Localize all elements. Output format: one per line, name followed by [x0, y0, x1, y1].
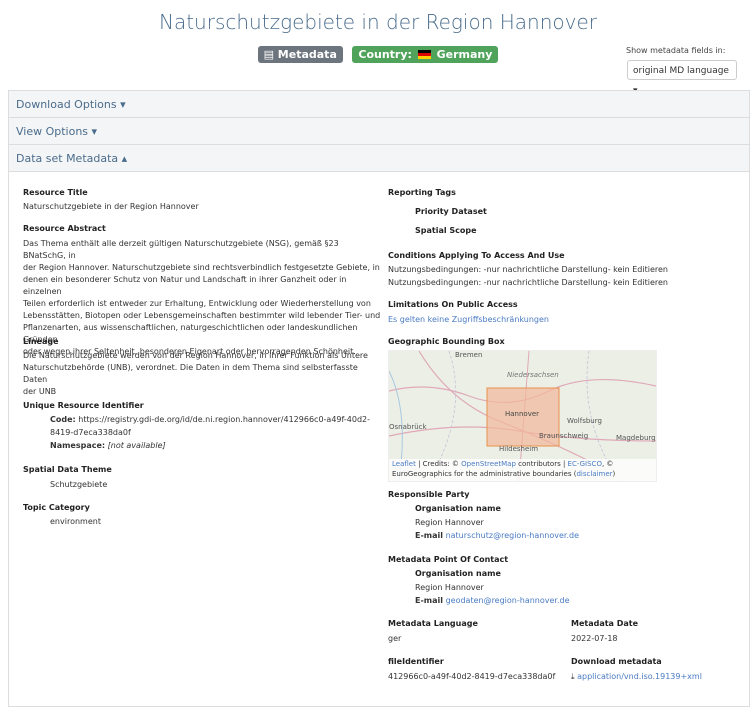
conditions-label: Conditions Applying To Access And Use	[388, 251, 565, 260]
md-language-select[interactable]: original MD language ▾	[627, 60, 737, 96]
page-title: Naturschutzgebiete in der Region Hannove…	[159, 10, 597, 34]
uri-namespace: Namespace: [not available]	[50, 441, 166, 450]
org-name-value: Region Hannover	[415, 518, 484, 527]
dataset-metadata-toggle[interactable]: Data set Metadata ▴	[9, 145, 749, 172]
download-icon: ⤓	[571, 672, 575, 681]
md-date-label: Metadata Date	[571, 619, 639, 628]
party-email-link[interactable]: naturschutz@region-hannover.de	[446, 531, 579, 540]
map-label-wolfsburg: Wolfsburg	[567, 417, 602, 425]
gisco-link[interactable]: EC-GISCO	[568, 460, 602, 468]
view-options-toggle[interactable]: View Options ▾	[9, 118, 749, 145]
map-label-magdeburg: Magdeburg	[616, 434, 656, 442]
map-label-bremen: Bremen	[455, 351, 483, 359]
metadata-badge: ▤ Metadata	[257, 46, 343, 63]
responsible-party-label: Responsible Party	[388, 490, 470, 499]
bbox-label: Geographic Bounding Box	[388, 337, 505, 346]
germany-flag-icon	[417, 50, 431, 59]
topic-label: Topic Category	[23, 503, 90, 512]
disclaimer-link[interactable]: disclaimer	[576, 470, 612, 478]
topic-value: environment	[50, 517, 101, 526]
lineage-text: Die Naturschutzgebiete werden von der Re…	[23, 351, 368, 396]
map-label-hannover: Hannover	[505, 410, 540, 418]
download-metadata: ⤓ application/vnd.iso.19139+xml	[571, 671, 702, 683]
map-label-osnabrueck: Osnabrück	[389, 423, 427, 431]
poc-email: E-mail geodaten@region-hannover.de	[415, 596, 570, 605]
poc-label: Metadata Point Of Contact	[388, 555, 509, 564]
uri-code-cont: 8419-d7eca338da0f	[50, 428, 131, 437]
download-options-toggle[interactable]: Download Options ▾	[9, 91, 749, 118]
md-fields-label: Show metadata fields in:	[626, 46, 726, 55]
poc-org-label: Organisation name	[415, 569, 501, 578]
country-badge: Country: Germany	[352, 46, 499, 63]
leaflet-link[interactable]: Leaflet	[392, 460, 416, 468]
theme-label: Spatial Data Theme	[23, 465, 112, 474]
bounding-box-map[interactable]: Bremen Niedersachsen Hannover Osnabrück …	[388, 350, 657, 482]
caret-up-icon: ▴	[121, 152, 128, 165]
caret-down-icon: ▾	[91, 125, 98, 138]
file-identifier-value: 412966c0-a49f-40d2-8419-d7eca338da0f	[388, 672, 556, 681]
file-identifier-label: fileIdentifier	[388, 657, 444, 666]
tag-spatial-scope: Spatial Scope	[415, 226, 477, 235]
document-icon: ▤	[263, 48, 278, 61]
conditions-value-2: Nutzungsbedingungen: -nur nachrichtliche…	[388, 278, 668, 287]
reporting-tags-label: Reporting Tags	[388, 188, 456, 197]
resource-title-label: Resource Title	[23, 188, 88, 197]
map-label-hildesheim: Hildesheim	[499, 445, 539, 453]
party-email: E-mail naturschutz@region-hannover.de	[415, 531, 580, 540]
lineage-label: Lineage	[23, 337, 59, 346]
poc-email-link[interactable]: geodaten@region-hannover.de	[446, 596, 570, 605]
abstract-label: Resource Abstract	[23, 224, 106, 233]
map-label-niedersachsen: Niedersachsen	[507, 371, 559, 379]
limitations-link[interactable]: Es gelten keine Zugriffsbeschränkungen	[388, 314, 549, 326]
conditions-value-1: Nutzungsbedingungen: -nur nachrichtliche…	[388, 265, 668, 274]
theme-value: Schutzgebiete	[50, 480, 108, 489]
caret-down-icon: ▾	[120, 98, 126, 111]
uri-code: Code: https://registry.gdi-de.org/id/de.…	[50, 415, 370, 424]
md-language-label: Metadata Language	[388, 619, 478, 628]
uri-label: Unique Resource Identifier	[23, 401, 144, 410]
osm-link[interactable]: OpenStreetMap	[461, 460, 516, 468]
poc-org-value: Region Hannover	[415, 583, 484, 592]
md-date-value: 2022-07-18	[571, 634, 618, 643]
tag-priority-dataset: Priority Dataset	[415, 207, 487, 216]
abstract-text: Das Thema enthält alle derzeit gültigen …	[23, 239, 381, 356]
map-attribution: Leaflet | Credits: © OpenStreetMap contr…	[389, 459, 656, 481]
map-label-braunschweig: Braunschweig	[539, 432, 589, 440]
org-name-label: Organisation name	[415, 504, 501, 513]
download-metadata-label: Download metadata	[571, 657, 662, 666]
md-language-value: ger	[388, 634, 402, 643]
limitations-label: Limitations On Public Access	[388, 300, 518, 309]
resource-title-value: Naturschutzgebiete in der Region Hannove…	[23, 202, 199, 211]
download-metadata-link[interactable]: application/vnd.iso.19139+xml	[577, 672, 702, 681]
